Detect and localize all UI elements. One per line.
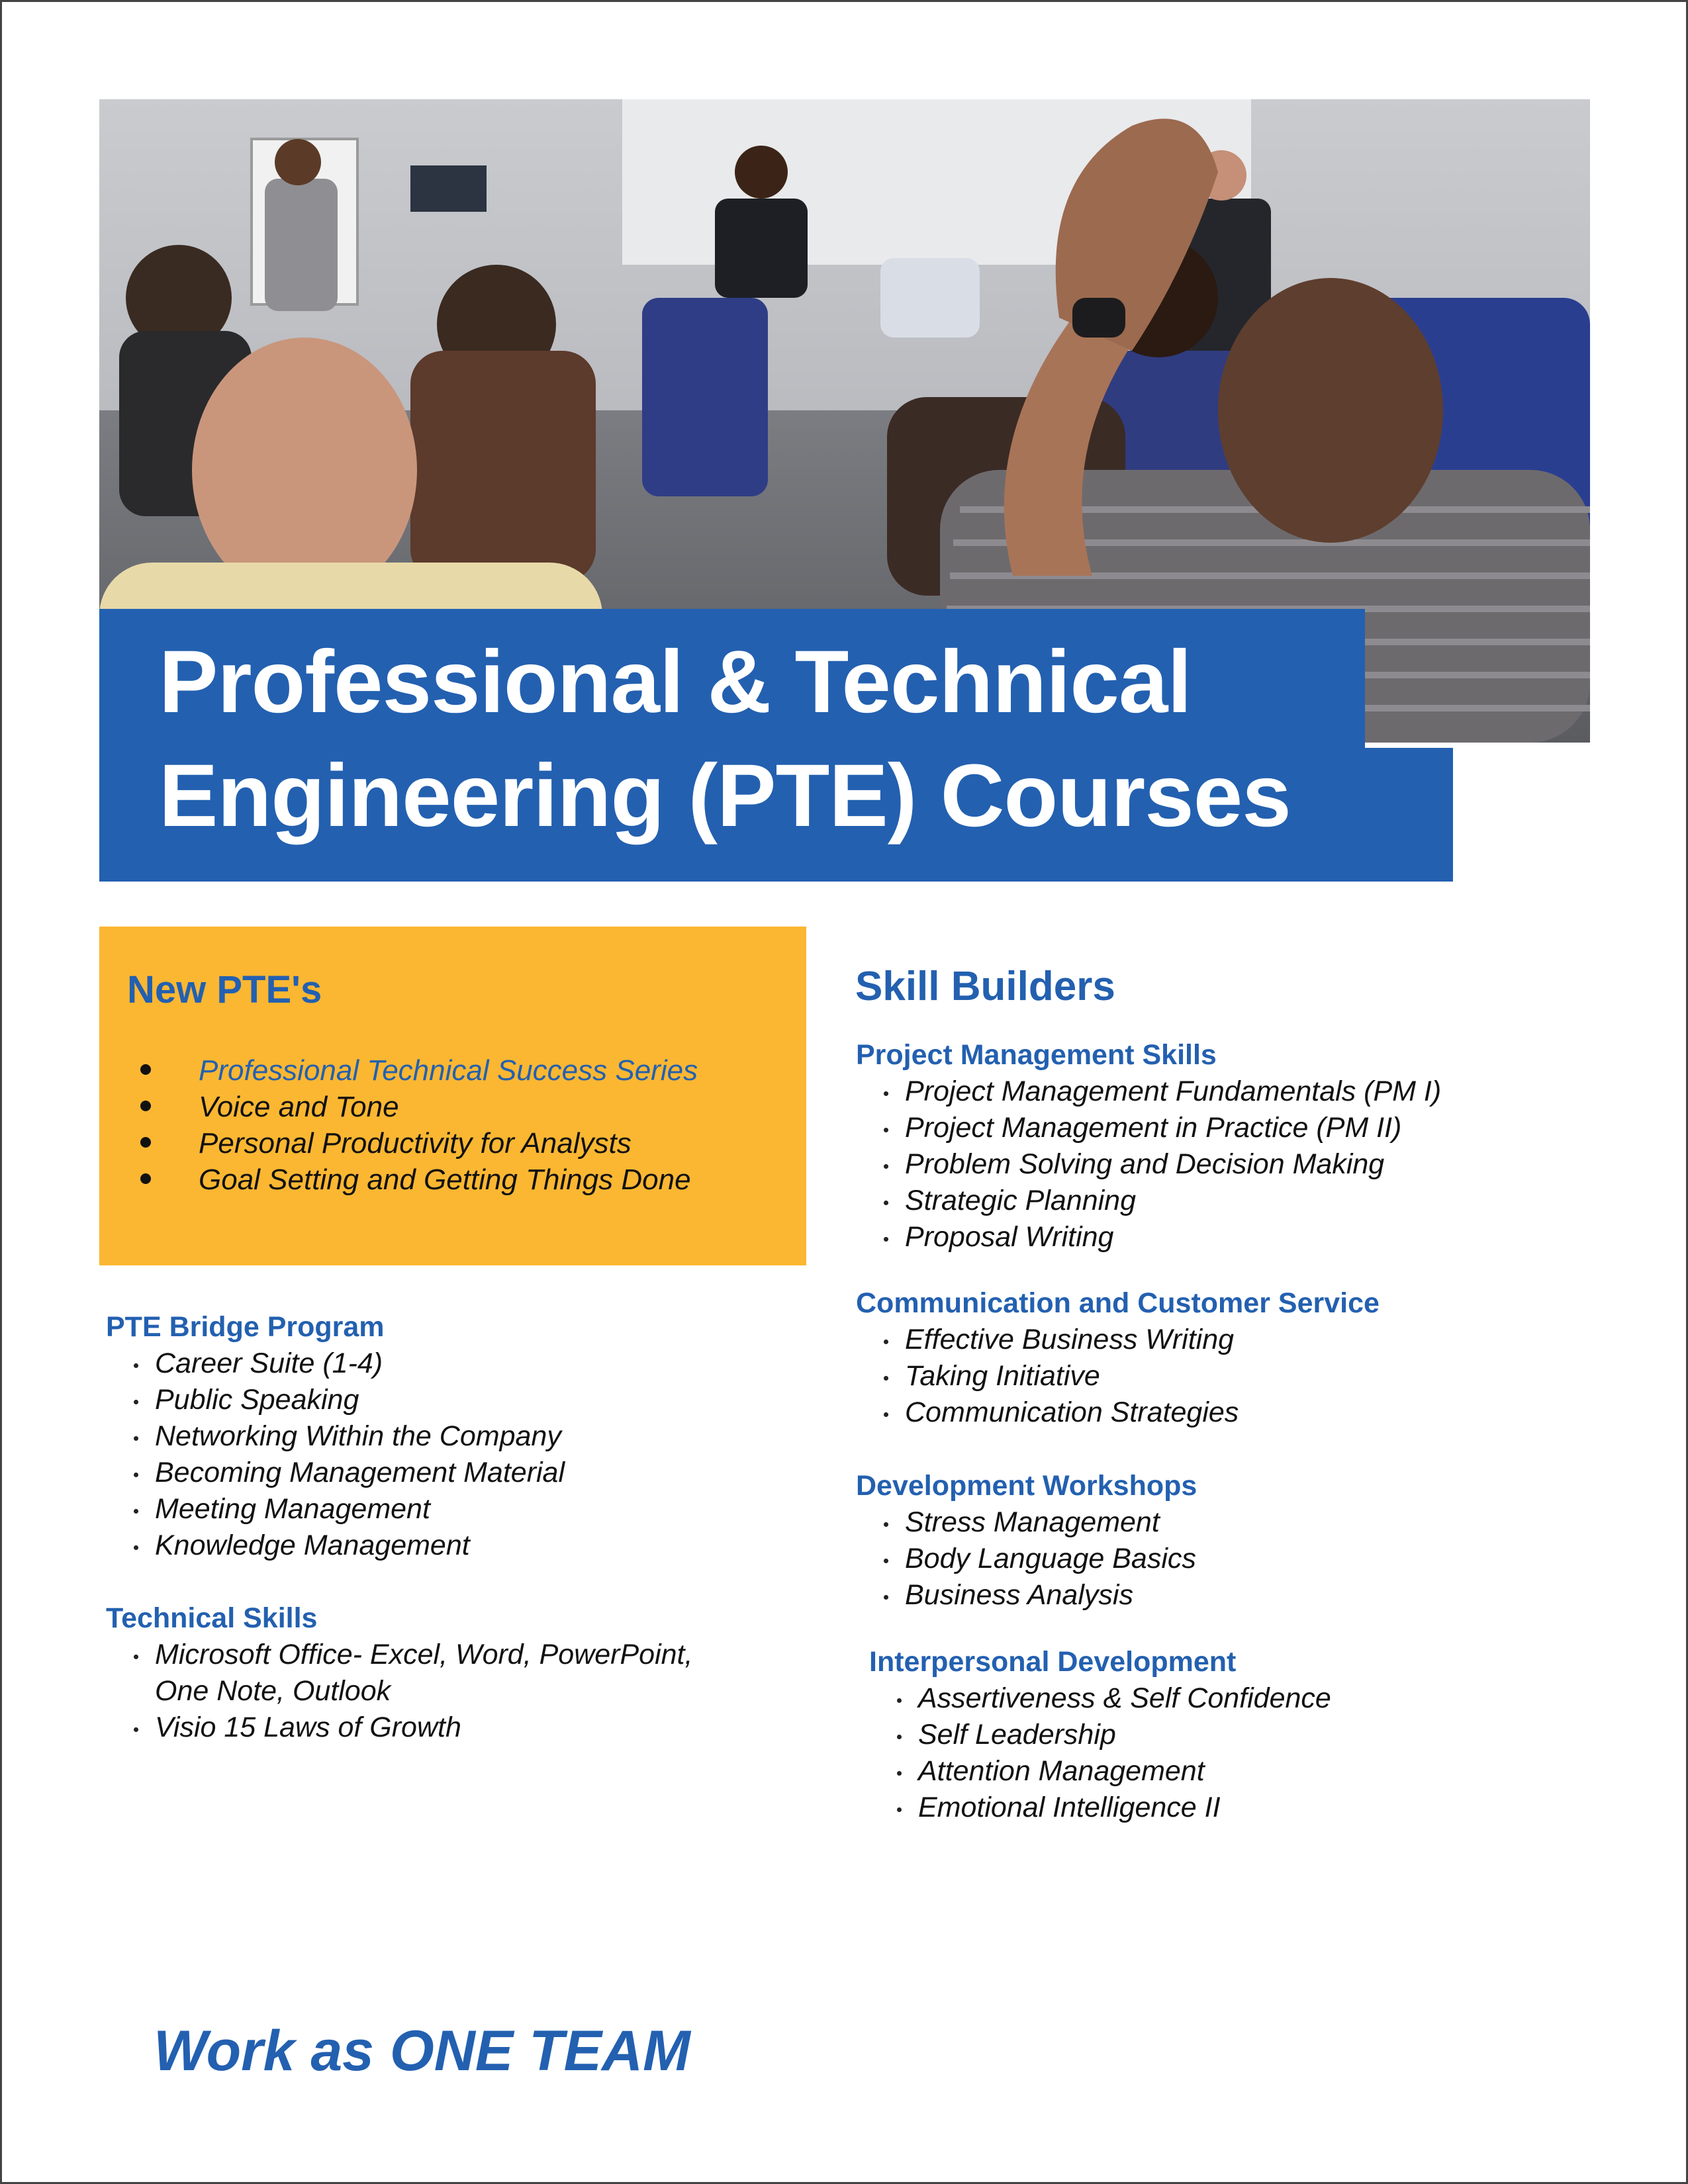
section-heading: Technical Skills bbox=[106, 1602, 318, 1634]
section-development-workshops: Development Workshops Stress Management … bbox=[856, 1468, 1197, 1614]
new-pte-item: Goal Setting and Getting Things Done bbox=[140, 1161, 698, 1198]
section-list: Stress Management Body Language Basics B… bbox=[881, 1504, 1197, 1614]
section-heading: Interpersonal Development bbox=[869, 1646, 1237, 1678]
list-item: Body Language Basics bbox=[881, 1541, 1197, 1577]
list-item: Self Leadership bbox=[894, 1717, 1331, 1753]
section-list: Microsoft Office- Excel, Word, PowerPoin… bbox=[131, 1637, 692, 1746]
section-interpersonal-development: Interpersonal Development Assertiveness … bbox=[869, 1644, 1331, 1826]
list-item: Communication Strategies bbox=[881, 1394, 1380, 1431]
section-list: Career Suite (1-4) Public Speaking Netwo… bbox=[131, 1345, 565, 1564]
section-heading: PTE Bridge Program bbox=[106, 1311, 385, 1343]
section-pte-bridge-program: PTE Bridge Program Career Suite (1-4) Pu… bbox=[106, 1309, 565, 1564]
list-item: Career Suite (1-4) bbox=[131, 1345, 565, 1382]
new-pte-heading: New PTE's bbox=[127, 968, 322, 1011]
section-communication-customer-service: Communication and Customer Service Effec… bbox=[856, 1285, 1380, 1431]
footer-tagline: Work as ONE TEAM bbox=[154, 2019, 690, 2083]
section-heading: Communication and Customer Service bbox=[856, 1287, 1380, 1319]
list-item: Emotional Intelligence II bbox=[894, 1790, 1331, 1826]
list-item: Networking Within the Company bbox=[131, 1418, 565, 1455]
new-pte-item: Voice and Tone bbox=[140, 1089, 698, 1125]
section-list: Effective Business Writing Taking Initia… bbox=[881, 1322, 1380, 1431]
section-project-management-skills: Project Management Skills Project Manage… bbox=[856, 1037, 1441, 1255]
section-list: Assertiveness & Self Confidence Self Lea… bbox=[894, 1680, 1331, 1826]
section-technical-skills: Technical Skills Microsoft Office- Excel… bbox=[106, 1600, 692, 1746]
bullet-icon bbox=[140, 1101, 151, 1111]
list-item: Meeting Management bbox=[131, 1491, 565, 1527]
list-item: Business Analysis bbox=[881, 1577, 1197, 1614]
new-pte-item: Personal Productivity for Analysts bbox=[140, 1125, 698, 1161]
bullet-icon bbox=[140, 1137, 151, 1148]
list-item: Assertiveness & Self Confidence bbox=[894, 1680, 1331, 1717]
new-pte-list: Professional Technical Success Series Vo… bbox=[140, 1052, 698, 1198]
list-item: Effective Business Writing bbox=[881, 1322, 1380, 1358]
skill-builders-heading: Skill Builders bbox=[855, 964, 1115, 1009]
list-item: Proposal Writing bbox=[881, 1219, 1441, 1255]
title-banner: Professional & Technical Engineering (PT… bbox=[99, 609, 1453, 882]
list-item: Strategic Planning bbox=[881, 1183, 1441, 1219]
list-item: Microsoft Office- Excel, Word, PowerPoin… bbox=[131, 1637, 692, 1709]
list-item: Problem Solving and Decision Making bbox=[881, 1146, 1441, 1183]
list-item: Becoming Management Material bbox=[131, 1455, 565, 1491]
list-item: Attention Management bbox=[894, 1753, 1331, 1790]
bullet-icon bbox=[140, 1064, 151, 1075]
section-heading: Development Workshops bbox=[856, 1470, 1197, 1502]
section-list: Project Management Fundamentals (PM I) P… bbox=[881, 1073, 1441, 1255]
list-item: Stress Management bbox=[881, 1504, 1197, 1541]
section-heading: Project Management Skills bbox=[856, 1039, 1217, 1071]
page-title-line-1: Professional & Technical bbox=[159, 633, 1192, 731]
new-pte-box: New PTE's Professional Technical Success… bbox=[99, 927, 806, 1265]
new-pte-item: Professional Technical Success Series bbox=[140, 1052, 698, 1089]
page-title-line-2: Engineering (PTE) Courses bbox=[159, 747, 1291, 845]
list-item: Project Management Fundamentals (PM I) bbox=[881, 1073, 1441, 1110]
list-item: Project Management in Practice (PM II) bbox=[881, 1110, 1441, 1146]
list-item: Taking Initiative bbox=[881, 1358, 1380, 1394]
bullet-icon bbox=[140, 1173, 151, 1184]
list-item: Public Speaking bbox=[131, 1382, 565, 1418]
list-item: Visio 15 Laws of Growth bbox=[131, 1709, 692, 1746]
list-item: Knowledge Management bbox=[131, 1527, 565, 1564]
list-item-continuation: One Note, Outlook bbox=[155, 1675, 391, 1707]
